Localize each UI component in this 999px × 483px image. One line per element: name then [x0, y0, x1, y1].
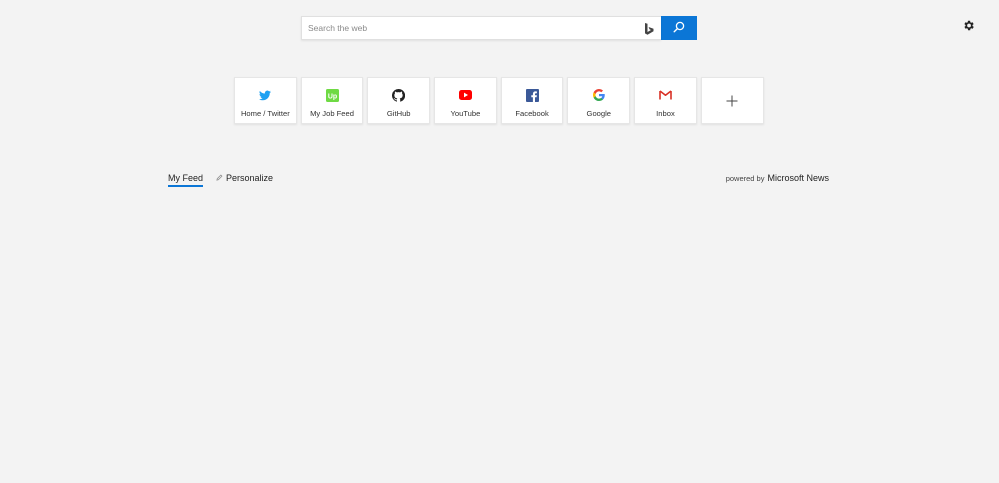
pencil-icon: [216, 173, 223, 183]
powered-by-prefix: powered by: [725, 174, 765, 183]
search-bar: [301, 16, 697, 40]
search-box[interactable]: [301, 16, 661, 40]
powered-by: powered by Microsoft News: [726, 173, 829, 183]
settings-button[interactable]: [958, 18, 978, 38]
top-site-inbox[interactable]: Inbox: [634, 77, 697, 124]
gmail-icon: [658, 88, 672, 102]
top-site-label: Google: [586, 109, 612, 118]
top-site-label: Home / Twitter: [240, 109, 290, 118]
personalize-label: Personalize: [226, 173, 274, 183]
youtube-icon: [458, 88, 472, 102]
github-icon: [392, 88, 406, 102]
bing-icon: [643, 22, 655, 36]
plus-icon: [725, 94, 739, 108]
personalize-button[interactable]: Personalize: [216, 173, 273, 183]
top-site-youtube[interactable]: YouTube: [434, 77, 497, 124]
new-tab-page: Home / Twitter Up My Job Feed GitHub: [0, 0, 999, 483]
twitter-icon: [258, 88, 272, 102]
top-site-github[interactable]: GitHub: [367, 77, 431, 124]
search-icon: [673, 21, 685, 36]
top-site-label: GitHub: [386, 109, 411, 118]
search-button[interactable]: [661, 16, 697, 40]
gear-icon: [962, 19, 975, 37]
svg-text:Up: Up: [327, 93, 336, 100]
search-input[interactable]: [308, 23, 628, 33]
top-site-upwork[interactable]: Up My Job Feed: [300, 77, 364, 124]
tab-my-feed[interactable]: My Feed: [168, 173, 204, 187]
top-sites: Home / Twitter Up My Job Feed GitHub You…: [234, 77, 764, 124]
top-site-twitter[interactable]: Home / Twitter: [234, 77, 297, 124]
top-site-label: Inbox: [656, 109, 675, 118]
top-site-google[interactable]: Google: [567, 77, 631, 124]
facebook-icon: [525, 88, 539, 102]
top-site-label: YouTube: [450, 109, 481, 118]
feed-bar: My Feed Personalize powered by Microsoft…: [168, 172, 829, 188]
upwork-icon: Up: [325, 88, 339, 102]
add-site-button[interactable]: [700, 77, 764, 124]
top-site-facebook[interactable]: Facebook: [500, 77, 564, 124]
powered-by-brand: Microsoft News: [767, 173, 829, 183]
google-icon: [592, 88, 606, 102]
top-site-label: My Job Feed: [310, 109, 354, 118]
top-site-label: Facebook: [515, 109, 549, 118]
